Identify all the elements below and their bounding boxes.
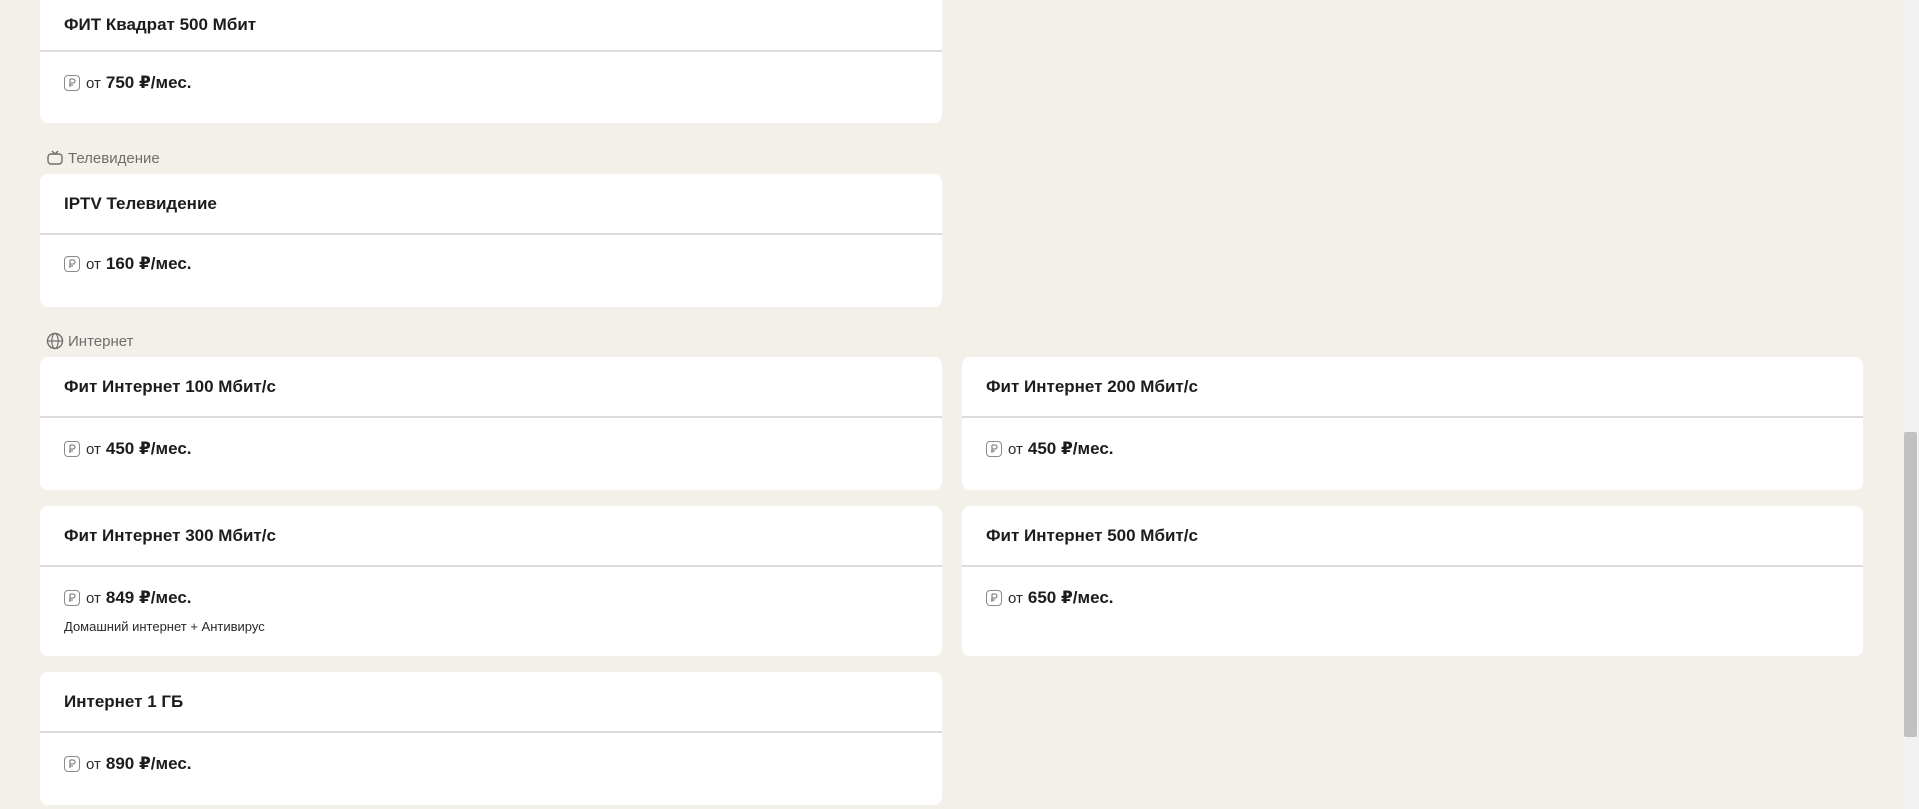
section-label-tv: Телевидение bbox=[46, 149, 160, 167]
tariff-card-fit-500[interactable]: Фит Интернет 500 Мбит/с от 650 ₽/мес. bbox=[962, 506, 1863, 656]
price-amount: 890 ₽/мес. bbox=[105, 754, 192, 773]
scrollbar-track[interactable] bbox=[1902, 0, 1919, 809]
ruble-icon bbox=[64, 441, 80, 457]
price-line: от 890 ₽/мес. bbox=[64, 733, 918, 795]
price-from-label: от bbox=[1008, 440, 1023, 458]
price-amount: 750 ₽/мес. bbox=[105, 73, 192, 92]
ruble-icon bbox=[986, 590, 1002, 606]
ruble-icon bbox=[64, 590, 80, 606]
section-label-text: Интернет bbox=[68, 332, 134, 350]
price-line: от 160 ₽/мес. bbox=[64, 235, 918, 293]
tariff-title: Фит Интернет 300 Мбит/с bbox=[40, 506, 942, 567]
tariff-title: Интернет 1 ГБ bbox=[40, 672, 942, 733]
tariff-card-iptv[interactable]: IPTV Телевидение от 160 ₽/мес. bbox=[40, 174, 942, 307]
tariff-card-fit-300[interactable]: Фит Интернет 300 Мбит/с от 849 ₽/мес. До… bbox=[40, 506, 942, 656]
tariff-card-fit-100[interactable]: Фит Интернет 100 Мбит/с от 450 ₽/мес. bbox=[40, 357, 942, 490]
tariff-title: Фит Интернет 500 Мбит/с bbox=[962, 506, 1863, 567]
scrollbar-thumb[interactable] bbox=[1904, 432, 1917, 737]
tariff-body: от 890 ₽/мес. bbox=[40, 733, 942, 795]
price-line: от 450 ₽/мес. bbox=[64, 418, 918, 480]
tariffs-page: ФИТ Квадрат 500 Мбит от 750 ₽/мес. Телев… bbox=[0, 0, 1919, 809]
tariff-body: от 750 ₽/мес. bbox=[40, 52, 942, 114]
price-line: от 450 ₽/мес. bbox=[986, 418, 1839, 480]
tariff-title: IPTV Телевидение bbox=[40, 174, 942, 235]
tariff-body: от 160 ₽/мес. bbox=[40, 235, 942, 293]
price-amount: 450 ₽/мес. bbox=[1027, 439, 1114, 458]
ruble-icon bbox=[986, 441, 1002, 457]
tariff-body: от 849 ₽/мес. Домашний интернет + Антиви… bbox=[40, 567, 942, 634]
ruble-icon bbox=[64, 256, 80, 272]
price-from-label: от bbox=[86, 255, 101, 273]
price-from-label: от bbox=[86, 755, 101, 773]
tariff-card-internet-1gb[interactable]: Интернет 1 ГБ от 890 ₽/мес. bbox=[40, 672, 942, 805]
ruble-icon bbox=[64, 75, 80, 91]
tv-icon bbox=[47, 150, 63, 165]
price-amount: 450 ₽/мес. bbox=[105, 439, 192, 458]
section-label-text: Телевидение bbox=[68, 149, 160, 167]
ruble-icon bbox=[64, 756, 80, 772]
tariff-title: ФИТ Квадрат 500 Мбит bbox=[40, 0, 942, 52]
price-line: от 750 ₽/мес. bbox=[64, 52, 918, 114]
globe-icon bbox=[46, 332, 64, 350]
price-amount: 849 ₽/мес. bbox=[105, 588, 192, 607]
price-from-label: от bbox=[1008, 589, 1023, 607]
tariff-card-fit-kvadrat[interactable]: ФИТ Квадрат 500 Мбит от 750 ₽/мес. bbox=[40, 0, 942, 123]
price-line: от 650 ₽/мес. bbox=[986, 567, 1839, 629]
tariff-card-fit-200[interactable]: Фит Интернет 200 Мбит/с от 450 ₽/мес. bbox=[962, 357, 1863, 490]
tariff-title: Фит Интернет 200 Мбит/с bbox=[962, 357, 1863, 418]
tariff-note: Домашний интернет + Антивирус bbox=[64, 619, 265, 634]
tariff-body: от 650 ₽/мес. bbox=[962, 567, 1863, 629]
price-amount: 650 ₽/мес. bbox=[1027, 588, 1114, 607]
price-from-label: от bbox=[86, 74, 101, 92]
section-label-internet: Интернет bbox=[46, 332, 133, 350]
tariff-body: от 450 ₽/мес. bbox=[40, 418, 942, 480]
tariff-body: от 450 ₽/мес. bbox=[962, 418, 1863, 480]
tariff-title: Фит Интернет 100 Мбит/с bbox=[40, 357, 942, 418]
price-amount: 160 ₽/мес. bbox=[105, 254, 192, 273]
price-from-label: от bbox=[86, 440, 101, 458]
price-from-label: от bbox=[86, 589, 101, 607]
